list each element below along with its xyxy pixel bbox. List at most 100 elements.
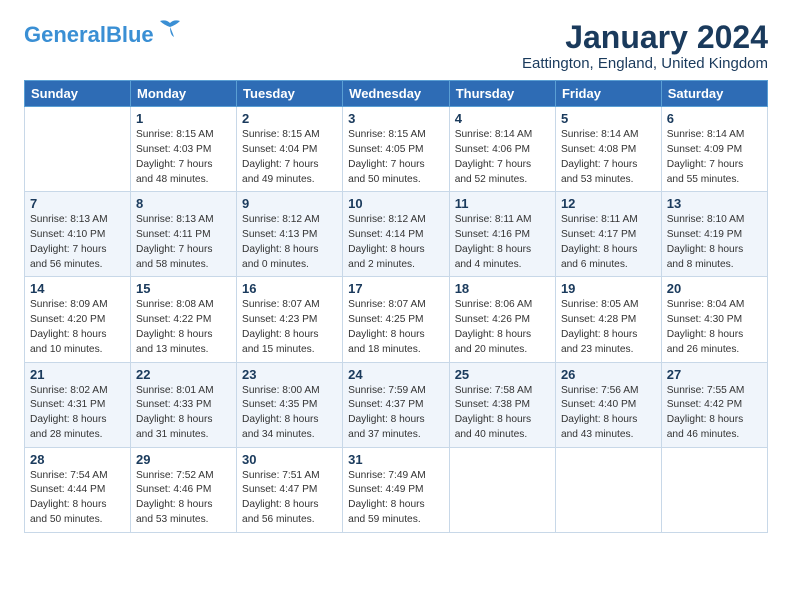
calendar-table: SundayMondayTuesdayWednesdayThursdayFrid… (24, 80, 768, 533)
day-number: 21 (30, 367, 125, 382)
calendar-cell: 24Sunrise: 7:59 AMSunset: 4:37 PMDayligh… (343, 362, 450, 447)
calendar-cell: 14 Sunrise: 8:09 AMSunset: 4:20 PMDayligh… (25, 277, 131, 362)
calendar-cell (25, 107, 131, 192)
day-number: 5 (561, 111, 656, 126)
col-header-thursday: Thursday (449, 81, 555, 107)
day-info: Sunrise: 7:56 AMSunset: 4:40 PMDaylight:… (561, 384, 656, 443)
day-info: Sunrise: 8:08 AMSunset: 4:22 PMDaylight:… (136, 298, 231, 357)
calendar-cell: 19Sunrise: 8:05 AMSunset: 4:28 PMDayligh… (555, 277, 661, 362)
day-number: 22 (136, 367, 231, 382)
day-number: 9 (242, 196, 337, 211)
logo-bird-icon (156, 19, 184, 41)
col-header-tuesday: Tuesday (237, 81, 343, 107)
col-header-friday: Friday (555, 81, 661, 107)
calendar-cell (661, 447, 767, 532)
logo-text: GeneralBlue (24, 24, 154, 46)
day-number: 27 (667, 367, 762, 382)
calendar-cell: 29 Sunrise: 7:52 AMSunset: 4:46 PMDayligh… (131, 447, 237, 532)
calendar-cell: 26 Sunrise: 7:56 AMSunset: 4:40 PMDayligh… (555, 362, 661, 447)
title-section: January 2024 Eattington, England, United… (522, 20, 768, 72)
day-number: 11 (455, 196, 550, 211)
day-info: Sunrise: 8:09 AMSunset: 4:20 PMDaylight:… (30, 298, 125, 357)
col-header-monday: Monday (131, 81, 237, 107)
day-info: Sunrise: 8:14 AMSunset: 4:08 PMDaylight:… (561, 128, 656, 187)
week-row-3: 14 Sunrise: 8:09 AMSunset: 4:20 PMDayligh… (25, 277, 768, 362)
day-number: 28 (30, 452, 125, 467)
day-info: Sunrise: 8:05 AMSunset: 4:28 PMDaylight:… (561, 298, 656, 357)
calendar-cell: 8Sunrise: 8:13 AMSunset: 4:11 PMDaylight… (131, 192, 237, 277)
day-info: Sunrise: 7:55 AMSunset: 4:42 PMDaylight:… (667, 384, 762, 443)
day-info: Sunrise: 7:51 AMSunset: 4:47 PMDaylight:… (242, 469, 337, 528)
day-info: Sunrise: 8:07 AMSunset: 4:23 PMDaylight:… (242, 298, 337, 357)
day-number: 8 (136, 196, 231, 211)
day-number: 31 (348, 452, 444, 467)
day-info: Sunrise: 8:00 AMSunset: 4:35 PMDaylight:… (242, 384, 337, 443)
day-number: 20 (667, 281, 762, 296)
day-info: Sunrise: 8:07 AMSunset: 4:25 PMDaylight:… (348, 298, 444, 357)
day-info: Sunrise: 7:52 AMSunset: 4:46 PMDaylight:… (136, 469, 231, 528)
day-info: Sunrise: 8:04 AMSunset: 4:30 PMDaylight:… (667, 298, 762, 357)
day-number: 29 (136, 452, 231, 467)
calendar-cell: 7 Sunrise: 8:13 AMSunset: 4:10 PMDaylight… (25, 192, 131, 277)
day-info: Sunrise: 7:54 AMSunset: 4:44 PMDaylight:… (30, 469, 125, 528)
day-number: 2 (242, 111, 337, 126)
col-header-saturday: Saturday (661, 81, 767, 107)
calendar-cell: 18 Sunrise: 8:06 AMSunset: 4:26 PMDayligh… (449, 277, 555, 362)
day-number: 14 (30, 281, 125, 296)
calendar-cell: 20 Sunrise: 8:04 AMSunset: 4:30 PMDayligh… (661, 277, 767, 362)
calendar-cell: 30 Sunrise: 7:51 AMSunset: 4:47 PMDayligh… (237, 447, 343, 532)
col-header-sunday: Sunday (25, 81, 131, 107)
day-info: Sunrise: 8:06 AMSunset: 4:26 PMDaylight:… (455, 298, 550, 357)
day-number: 1 (136, 111, 231, 126)
calendar-cell: 4Sunrise: 8:14 AMSunset: 4:06 PMDaylight… (449, 107, 555, 192)
day-info: Sunrise: 8:14 AMSunset: 4:06 PMDaylight:… (455, 128, 550, 187)
day-number: 30 (242, 452, 337, 467)
week-row-1: 1 Sunrise: 8:15 AMSunset: 4:03 PMDaylight… (25, 107, 768, 192)
calendar-cell: 13Sunrise: 8:10 AMSunset: 4:19 PMDayligh… (661, 192, 767, 277)
day-info: Sunrise: 8:12 AMSunset: 4:14 PMDaylight:… (348, 213, 444, 272)
calendar-cell: 22Sunrise: 8:01 AMSunset: 4:33 PMDayligh… (131, 362, 237, 447)
day-info: Sunrise: 8:02 AMSunset: 4:31 PMDaylight:… (30, 384, 125, 443)
day-number: 12 (561, 196, 656, 211)
calendar-cell: 27 Sunrise: 7:55 AMSunset: 4:42 PMDayligh… (661, 362, 767, 447)
day-info: Sunrise: 8:13 AMSunset: 4:10 PMDaylight:… (30, 213, 125, 272)
day-info: Sunrise: 8:15 AMSunset: 4:05 PMDaylight:… (348, 128, 444, 187)
calendar-cell (555, 447, 661, 532)
calendar-cell: 6Sunrise: 8:14 AMSunset: 4:09 PMDaylight… (661, 107, 767, 192)
week-row-2: 7 Sunrise: 8:13 AMSunset: 4:10 PMDaylight… (25, 192, 768, 277)
day-number: 16 (242, 281, 337, 296)
day-info: Sunrise: 8:15 AMSunset: 4:03 PMDaylight:… (136, 128, 231, 187)
month-title: January 2024 (522, 20, 768, 55)
calendar-cell: 11 Sunrise: 8:11 AMSunset: 4:16 PMDayligh… (449, 192, 555, 277)
logo-blue: Blue (106, 22, 154, 47)
page-header: GeneralBlue January 2024 Eattington, Eng… (24, 20, 768, 72)
day-number: 25 (455, 367, 550, 382)
calendar-cell: 17 Sunrise: 8:07 AMSunset: 4:25 PMDayligh… (343, 277, 450, 362)
day-info: Sunrise: 8:11 AMSunset: 4:16 PMDaylight:… (455, 213, 550, 272)
calendar-cell: 12Sunrise: 8:11 AMSunset: 4:17 PMDayligh… (555, 192, 661, 277)
calendar-cell: 15 Sunrise: 8:08 AMSunset: 4:22 PMDayligh… (131, 277, 237, 362)
day-info: Sunrise: 7:49 AMSunset: 4:49 PMDaylight:… (348, 469, 444, 528)
day-number: 23 (242, 367, 337, 382)
day-number: 15 (136, 281, 231, 296)
day-number: 3 (348, 111, 444, 126)
calendar-cell: 1 Sunrise: 8:15 AMSunset: 4:03 PMDaylight… (131, 107, 237, 192)
day-info: Sunrise: 7:58 AMSunset: 4:38 PMDaylight:… (455, 384, 550, 443)
day-info: Sunrise: 7:59 AMSunset: 4:37 PMDaylight:… (348, 384, 444, 443)
day-number: 17 (348, 281, 444, 296)
calendar-cell: 25 Sunrise: 7:58 AMSunset: 4:38 PMDayligh… (449, 362, 555, 447)
day-info: Sunrise: 8:10 AMSunset: 4:19 PMDaylight:… (667, 213, 762, 272)
day-number: 6 (667, 111, 762, 126)
day-number: 26 (561, 367, 656, 382)
calendar-cell: 9Sunrise: 8:12 AMSunset: 4:13 PMDaylight… (237, 192, 343, 277)
day-number: 18 (455, 281, 550, 296)
week-row-5: 28 Sunrise: 7:54 AMSunset: 4:44 PMDayligh… (25, 447, 768, 532)
col-header-wednesday: Wednesday (343, 81, 450, 107)
day-number: 10 (348, 196, 444, 211)
day-number: 7 (30, 196, 125, 211)
calendar-cell: 5 Sunrise: 8:14 AMSunset: 4:08 PMDaylight… (555, 107, 661, 192)
calendar-cell: 10 Sunrise: 8:12 AMSunset: 4:14 PMDayligh… (343, 192, 450, 277)
calendar-cell: 23 Sunrise: 8:00 AMSunset: 4:35 PMDayligh… (237, 362, 343, 447)
header-row: SundayMondayTuesdayWednesdayThursdayFrid… (25, 81, 768, 107)
logo: GeneralBlue (24, 24, 184, 46)
